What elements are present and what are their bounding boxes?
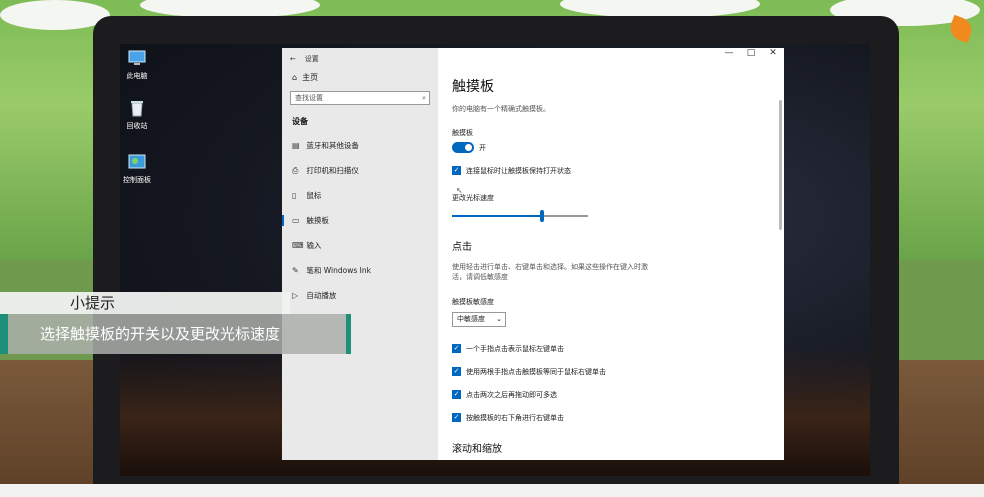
desktop-icon-this-pc[interactable]: 此电脑 [120,48,162,81]
pen-icon: ✎ [292,266,299,275]
tap-option-checkbox[interactable]: ✓ [452,413,461,422]
sidebar-item-label: 自动播放 [306,291,337,300]
tap-option-label: 使用两根手指点击触摸板等同于鼠标右键单击 [466,368,606,376]
sidebar-item-label: 鼠标 [306,191,322,200]
sidebar-item-label: 打印机和扫描仪 [306,166,359,175]
cloud-decoration [0,0,110,30]
window-controls: — □ ✕ [718,48,784,66]
sidebar-item-printers[interactable]: ⎙ 打印机和扫描仪 [282,158,438,183]
back-arrow-icon[interactable]: ← [290,55,296,63]
section-heading: 设备 [292,117,308,126]
keep-on-label: 连接鼠标时让触摸板保持打开状态 [466,167,571,175]
sidebar-item-typing[interactable]: ⌨ 输入 [282,233,438,258]
window-title: 设置 [304,55,319,63]
home-label: 主页 [302,73,319,82]
keep-on-checkbox[interactable]: ✓ [452,166,461,175]
computer-icon [127,48,147,68]
sensitivity-value: 中敏感度 [457,315,485,323]
tap-heading: 点击 [452,242,472,253]
scrollbar[interactable] [779,100,782,230]
tap-option-label: 按触摸板的右下角进行右键单击 [466,414,564,422]
tip-title: 小提示 [0,292,290,314]
search-placeholder: 查找设置 [295,94,323,102]
sidebar-item-pen[interactable]: ✎ 笔和 Windows Ink [282,258,438,283]
close-button[interactable]: ✕ [762,48,784,58]
page-subtitle: 你的电脑有一个精确式触摸板。 [452,105,550,113]
bluetooth-device-icon: ▤ [292,141,300,150]
title-bar: ← 设置 [282,48,438,66]
sidebar-item-label: 笔和 Windows Ink [306,266,371,275]
sensitivity-label: 触摸板敏感度 [452,298,494,306]
settings-window: ← 设置 ⌂ 主页 查找设置 ⌕ 设备 ▤ 蓝牙和其他设备 ⎙ 打印机和扫描仪 [282,48,784,460]
desktop-icon-label: 回收站 [126,122,148,130]
tip-accent-left [0,314,8,354]
tap-option-checkbox[interactable]: ✓ [452,367,461,376]
keyboard-icon: ⌨ [292,241,304,250]
desktop-icon-label: 控制面板 [123,176,151,184]
sidebar-item-label: 输入 [306,241,322,250]
page-title: 触摸板 [452,79,494,95]
sidebar-item-label: 蓝牙和其他设备 [306,141,359,150]
sidebar-item-mouse[interactable]: ▯ 鼠标 [282,183,438,208]
control-panel-icon [127,152,147,172]
scroll-heading: 滚动和缩放 [452,444,502,455]
tip-accent-right [346,314,351,354]
printer-icon: ⎙ [292,166,299,175]
slider-fill [452,215,542,217]
sidebar-item-touchpad[interactable]: ▭ 触摸板 [282,208,438,233]
tap-option-label: 点击两次之后再拖动即可多选 [466,391,557,399]
desktop-icon-label: 此电脑 [126,72,148,80]
speed-label: 更改光标速度 [452,194,494,202]
tap-description: 活，请调低敏感度 [452,273,508,281]
desktop-icon-recycle-bin[interactable]: 回收站 [120,98,162,131]
sidebar-item-bluetooth[interactable]: ▤ 蓝牙和其他设备 [282,133,438,158]
settings-content: — □ ✕ 触摸板 你的电脑有一个精确式触摸板。 触摸板 开 ✓ 连接鼠标时让触摸板… [438,48,784,460]
search-input[interactable]: 查找设置 ⌕ [290,91,430,105]
tip-text: 选择触摸板的开关以及更改光标速度 [8,314,346,354]
mouse-icon: ▯ [292,191,297,200]
autoplay-icon: ▷ [292,291,299,300]
minimize-button[interactable]: — [718,48,740,58]
cursor-speed-slider[interactable] [452,210,588,222]
sensitivity-select[interactable]: 中敏感度 ⌄ [452,312,506,327]
touchpad-toggle[interactable] [452,142,474,153]
tap-option-checkbox[interactable]: ✓ [452,390,461,399]
maximize-button[interactable]: □ [740,48,762,58]
toggle-state-label: 开 [479,144,486,152]
desktop-icon-control-panel[interactable]: 控制面板 [120,152,162,185]
home-icon: ⌂ [292,73,298,82]
sidebar-item-home[interactable]: ⌂ 主页 [282,66,438,89]
toggle-heading: 触摸板 [452,129,473,137]
sidebar-item-autoplay[interactable]: ▷ 自动播放 [282,283,438,308]
settings-sidebar: ← 设置 ⌂ 主页 查找设置 ⌕ 设备 ▤ 蓝牙和其他设备 ⎙ 打印机和扫描仪 [282,48,438,460]
slider-thumb[interactable] [539,210,544,222]
tap-option-label: 一个手指点击表示鼠标左键单击 [466,345,564,353]
sidebar-item-label: 触摸板 [306,216,329,225]
tap-description: 使用轻击进行单击、右键单击和选择。如果这些操作在键入时激 [452,263,648,271]
chevron-down-icon: ⌄ [496,315,502,323]
search-icon: ⌕ [422,94,426,102]
tap-option-checkbox[interactable]: ✓ [452,344,461,353]
touchpad-icon: ▭ [292,216,300,225]
caption-strip [0,484,984,497]
recycle-bin-icon [127,98,147,118]
desktop-screen: 此电脑 回收站 控制面板 ← 设置 ⌂ 主页 查找设置 ⌕ 设备 ▤ 蓝牙和其他… [120,44,870,476]
